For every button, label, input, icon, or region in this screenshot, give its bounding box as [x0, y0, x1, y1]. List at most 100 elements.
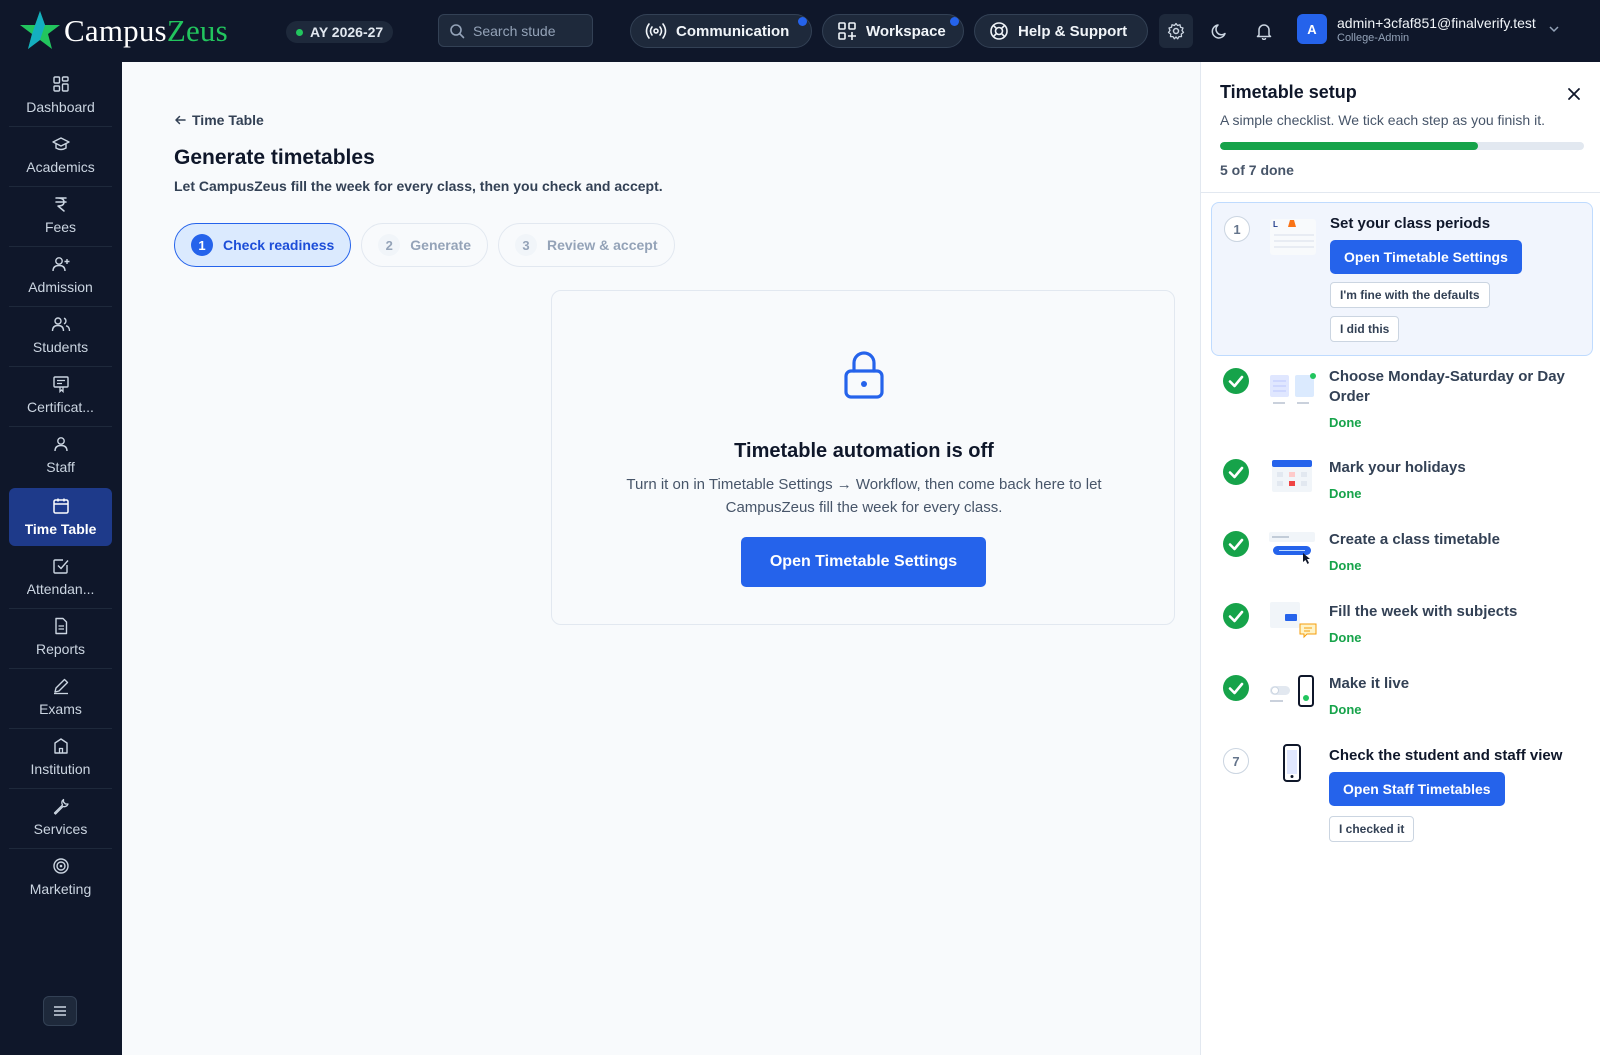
- file-icon: [54, 617, 67, 635]
- open-timetable-settings-button[interactable]: Open Timetable Settings: [741, 537, 986, 587]
- sidebar-item-reports[interactable]: Reports: [9, 608, 112, 666]
- sidebar-item-staff[interactable]: Staff: [9, 426, 112, 484]
- sidebar-item-label: Fees: [44, 219, 77, 235]
- page-title: Generate timetables: [174, 146, 375, 169]
- sidebar-item-label: Dashboard: [26, 99, 95, 115]
- sidebar-item-label: Exams: [39, 701, 82, 717]
- checklist-item-holidays: Mark your holidays Done: [1211, 458, 1593, 514]
- card-title: Timetable automation is off: [734, 440, 994, 462]
- notification-dot: [798, 17, 807, 26]
- open-staff-timetables-button[interactable]: Open Staff Timetables: [1329, 772, 1505, 806]
- avatar: A: [1297, 14, 1327, 44]
- user-email: admin+3cfaf851@finalverify.test: [1337, 14, 1536, 31]
- academic-year-badge[interactable]: AY 2026-27: [286, 21, 394, 43]
- sidebar-item-label: Admission: [28, 279, 93, 295]
- dashboard-icon: [52, 76, 69, 92]
- sidebar-item-marketing[interactable]: Marketing: [9, 848, 112, 906]
- fill-subjects-illustration-icon: [1270, 602, 1317, 639]
- top-bar: CampusZeus AY 2026-27 Communication Work…: [0, 0, 1600, 62]
- user-plus-icon: [51, 257, 69, 272]
- step-check-readiness[interactable]: 1 Check readiness: [174, 223, 352, 267]
- checklist-item-student-staff-view: 7 Check the student and staff view Open …: [1211, 744, 1593, 856]
- done-status: Done: [1329, 415, 1362, 430]
- step-generate[interactable]: 2 Generate: [361, 223, 488, 267]
- checklist-item-make-live: Make it live Done: [1211, 674, 1593, 730]
- panel-title: Timetable setup: [1220, 82, 1357, 102]
- check-circle-icon: [1223, 531, 1249, 557]
- search-input[interactable]: [473, 22, 583, 39]
- certificate-icon: [52, 376, 69, 393]
- task-title: Choose Monday-Saturday or Day Order: [1329, 368, 1565, 405]
- search-box[interactable]: [438, 14, 593, 47]
- menu-icon: [54, 1006, 66, 1016]
- user-menu[interactable]: A admin+3cfaf851@finalverify.test Colleg…: [1297, 14, 1560, 44]
- check-circle-icon: [1223, 459, 1249, 485]
- progress-fill: [1220, 142, 1479, 150]
- sidebar-item-label: Institution: [30, 761, 91, 777]
- main-content: Time Table Generate timetables Let Campu…: [122, 62, 1200, 1055]
- task-title: Fill the week with subjects: [1329, 603, 1518, 620]
- workspace-button[interactable]: Workspace: [822, 14, 964, 48]
- back-link[interactable]: Time Table: [174, 112, 264, 128]
- task-title: Mark your holidays: [1329, 459, 1466, 476]
- panel-subtitle: A simple checklist. We tick each step as…: [1220, 112, 1545, 128]
- stepper: 1 Check readiness 2 Generate 3 Review & …: [174, 223, 685, 267]
- back-link-label: Time Table: [192, 112, 264, 128]
- sidebar-item-students[interactable]: Students: [9, 306, 112, 364]
- sidebar-item-institution[interactable]: Institution: [9, 728, 112, 786]
- sidebar-item-attendance[interactable]: Attendan...: [9, 548, 112, 606]
- step-number: 3: [515, 234, 537, 256]
- lifebuoy-icon: [990, 22, 1008, 40]
- sidebar-collapse-button[interactable]: [43, 996, 77, 1026]
- sidebar-item-academics[interactable]: Academics: [9, 126, 112, 184]
- step-review-accept[interactable]: 3 Review & accept: [498, 223, 675, 267]
- progress-text: 5 of 7 done: [1220, 162, 1294, 178]
- sidebar-item-label: Services: [33, 821, 88, 837]
- help-support-button[interactable]: Help & Support: [974, 14, 1148, 48]
- check-circle-icon: [1223, 368, 1249, 394]
- users-icon: [51, 317, 70, 332]
- i-did-this-button[interactable]: I did this: [1330, 316, 1400, 342]
- checkbox-icon: [52, 559, 69, 574]
- wrench-icon: [53, 798, 69, 815]
- fine-with-defaults-button[interactable]: I'm fine with the defaults: [1330, 282, 1490, 308]
- sidebar-item-label: Attendan...: [26, 581, 95, 597]
- status-dot: [296, 28, 303, 36]
- brand-logo[interactable]: CampusZeus: [18, 9, 228, 53]
- divider: [1201, 192, 1600, 193]
- communication-button[interactable]: Communication: [630, 14, 812, 48]
- check-circle-icon: [1223, 675, 1249, 701]
- sidebar-item-admission[interactable]: Admission: [9, 246, 112, 304]
- task-title: Check the student and staff view: [1329, 747, 1563, 764]
- class-periods-illustration-icon: L: [1270, 219, 1316, 255]
- i-checked-it-button[interactable]: I checked it: [1329, 816, 1415, 842]
- done-status: Done: [1329, 630, 1362, 645]
- sidebar-item-label: Academics: [26, 159, 95, 175]
- search-icon: [450, 23, 465, 38]
- sidebar-item-fees[interactable]: Fees: [9, 186, 112, 244]
- sidebar-item-dashboard[interactable]: Dashboard: [9, 66, 112, 124]
- open-timetable-settings-button[interactable]: Open Timetable Settings: [1330, 240, 1522, 274]
- lock-icon: [844, 351, 884, 399]
- sidebar-item-exams[interactable]: Exams: [9, 668, 112, 726]
- create-timetable-illustration-icon: [1269, 532, 1315, 564]
- notification-dot: [950, 17, 959, 26]
- notifications-button[interactable]: [1247, 14, 1281, 48]
- sidebar-item-label: Certificat...: [27, 399, 94, 415]
- checklist-item-class-periods: 1 L Set your class periods Open Timetabl…: [1211, 202, 1593, 356]
- grid-plus-icon: [838, 22, 856, 40]
- settings-button[interactable]: [1159, 14, 1193, 48]
- close-button[interactable]: [1564, 84, 1584, 104]
- sidebar-item-certificates[interactable]: Certificat...: [9, 366, 112, 424]
- checklist-item-create-timetable: Create a class timetable Done: [1211, 530, 1593, 586]
- card-description: Turn it on in Timetable Settings → Workf…: [626, 476, 1102, 516]
- chevron-down-icon: [1549, 26, 1559, 33]
- sidebar-item-services[interactable]: Services: [9, 788, 112, 846]
- make-live-illustration-icon: [1270, 675, 1314, 707]
- step-number-badge: 7: [1223, 748, 1249, 774]
- theme-toggle-button[interactable]: [1203, 14, 1237, 48]
- gear-icon: [1167, 22, 1185, 40]
- sidebar: Dashboard Academics Fees Admission Stude…: [0, 62, 122, 1055]
- sidebar-item-label: Students: [32, 339, 89, 355]
- sidebar-item-time-table[interactable]: Time Table: [9, 488, 112, 546]
